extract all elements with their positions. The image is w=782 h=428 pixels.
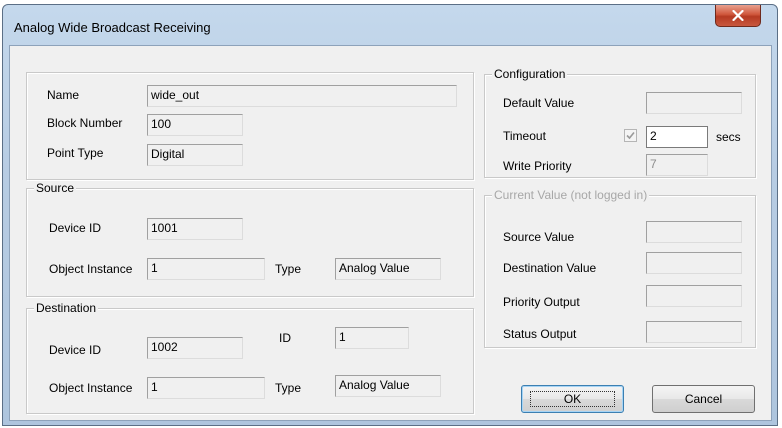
default-value-field[interactable] bbox=[646, 92, 742, 114]
configuration-group: Configuration Default Value Timeout 2 se… bbox=[484, 67, 756, 178]
source-value-label: Source Value bbox=[503, 230, 575, 244]
destination-object-instance-label: Object Instance bbox=[49, 381, 133, 395]
timeout-input[interactable]: 2 bbox=[646, 126, 708, 148]
destination-id-field[interactable]: 1 bbox=[335, 327, 409, 349]
source-group: Source Device ID 1001 Object Instance 1 … bbox=[26, 181, 474, 297]
close-button[interactable] bbox=[715, 5, 761, 27]
focus-indicator bbox=[530, 391, 615, 407]
source-type-label: Type bbox=[275, 262, 302, 276]
destination-type-label: Type bbox=[275, 381, 302, 395]
block-number-label: Block Number bbox=[47, 116, 123, 130]
destination-value-label: Destination Value bbox=[503, 261, 597, 275]
default-value-label: Default Value bbox=[503, 96, 575, 110]
configuration-legend: Configuration bbox=[492, 67, 568, 81]
source-type-field[interactable]: Analog Value bbox=[335, 258, 441, 280]
source-object-instance-field[interactable]: 1 bbox=[147, 258, 265, 280]
info-group: Name wide_out Block Number 100 Point Typ… bbox=[26, 72, 474, 180]
write-priority-label: Write Priority bbox=[503, 159, 572, 173]
destination-value-field[interactable] bbox=[646, 252, 742, 274]
source-device-id-label: Device ID bbox=[49, 221, 102, 235]
destination-device-id-field[interactable]: 1002 bbox=[147, 337, 243, 359]
dialog-body: Name wide_out Block Number 100 Point Typ… bbox=[9, 45, 772, 421]
source-device-id-field[interactable]: 1001 bbox=[147, 218, 243, 240]
destination-device-id-label: Device ID bbox=[49, 343, 102, 357]
status-output-label: Status Output bbox=[503, 327, 577, 341]
title-bar[interactable]: Analog Wide Broadcast Receiving bbox=[3, 5, 777, 45]
source-legend: Source bbox=[34, 181, 77, 195]
name-field[interactable]: wide_out bbox=[147, 85, 457, 107]
cancel-button-label: Cancel bbox=[684, 392, 723, 406]
block-number-field[interactable]: 100 bbox=[147, 114, 243, 136]
checkmark-icon bbox=[626, 131, 635, 140]
current-value-legend: Current Value (not logged in) bbox=[492, 188, 650, 202]
destination-type-field[interactable]: Analog Value bbox=[335, 375, 441, 397]
destination-legend: Destination bbox=[34, 301, 99, 315]
close-icon bbox=[732, 10, 744, 21]
timeout-unit: secs bbox=[716, 130, 741, 144]
window-title: Analog Wide Broadcast Receiving bbox=[14, 20, 211, 35]
point-type-field[interactable]: Digital bbox=[147, 144, 243, 166]
current-value-group: Current Value (not logged in) Source Val… bbox=[484, 188, 756, 348]
source-object-instance-label: Object Instance bbox=[49, 262, 133, 276]
priority-output-field[interactable] bbox=[646, 285, 742, 307]
point-type-label: Point Type bbox=[47, 146, 104, 160]
destination-object-instance-field[interactable]: 1 bbox=[147, 377, 265, 399]
destination-id-label: ID bbox=[279, 331, 291, 345]
source-value-field[interactable] bbox=[646, 221, 742, 243]
priority-output-label: Priority Output bbox=[503, 295, 580, 309]
status-output-field[interactable] bbox=[646, 321, 742, 343]
cancel-button[interactable]: Cancel bbox=[652, 385, 755, 413]
dialog-window: Analog Wide Broadcast Receiving Name wid… bbox=[2, 4, 778, 426]
name-label: Name bbox=[47, 88, 80, 102]
write-priority-field[interactable]: 7 bbox=[646, 154, 708, 176]
ok-button[interactable]: OK bbox=[521, 385, 624, 413]
destination-group: Destination Device ID 1002 ID 1 Object I… bbox=[26, 301, 474, 414]
timeout-label: Timeout bbox=[503, 129, 546, 143]
timeout-checkbox[interactable] bbox=[624, 129, 637, 142]
